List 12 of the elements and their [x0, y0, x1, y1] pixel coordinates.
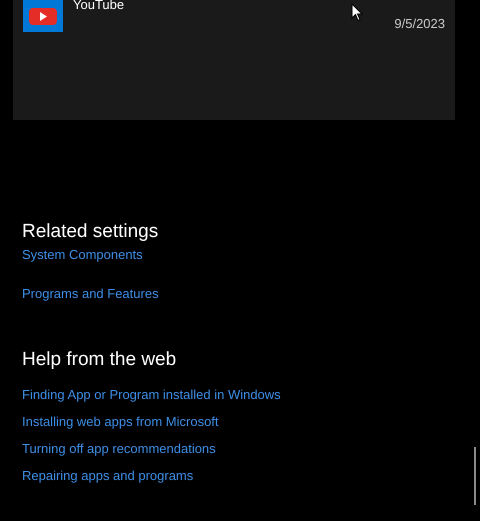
mouse-cursor-icon	[351, 3, 363, 22]
scrollbar[interactable]	[474, 447, 476, 505]
settings-link[interactable]: System Components	[22, 246, 143, 263]
section-heading: Related settings	[22, 220, 160, 244]
settings-link[interactable]: Finding App or Program installed in Windows	[22, 386, 281, 403]
settings-link[interactable]: Installing web apps from Microsoft	[22, 413, 219, 430]
settings-link[interactable]: Turning off app recommendations	[22, 440, 216, 457]
settings-link[interactable]: Programs and Features	[22, 285, 159, 302]
section-heading: Help from the web	[22, 348, 178, 372]
settings-link[interactable]: Repairing apps and programs	[22, 467, 194, 484]
install-date: 9/5/2023	[394, 15, 445, 33]
app-icon	[23, 0, 63, 32]
